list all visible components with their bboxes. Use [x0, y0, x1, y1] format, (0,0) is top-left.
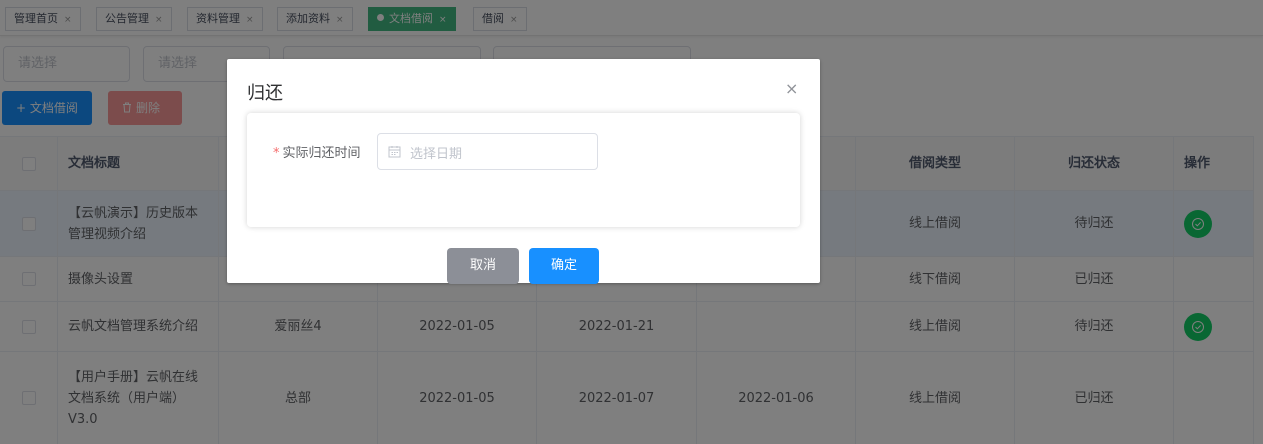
- field-label-text: 实际归还时间: [282, 146, 361, 161]
- required-mark: *: [273, 146, 280, 161]
- confirm-button[interactable]: 确定: [529, 248, 599, 284]
- return-date-picker[interactable]: 选择日期: [377, 133, 598, 170]
- close-icon[interactable]: ×: [785, 79, 798, 98]
- cancel-button[interactable]: 取消: [447, 248, 519, 284]
- dialog-title: 归还: [247, 83, 283, 104]
- calendar-icon: [388, 146, 401, 158]
- dialog-form: * 实际归还时间 选择日期: [247, 113, 800, 227]
- date-placeholder: 选择日期: [410, 147, 463, 162]
- return-dialog: 归还 × * 实际归还时间 选择日期 取消 确定: [227, 59, 820, 284]
- form-field-label: * 实际归还时间: [273, 142, 361, 161]
